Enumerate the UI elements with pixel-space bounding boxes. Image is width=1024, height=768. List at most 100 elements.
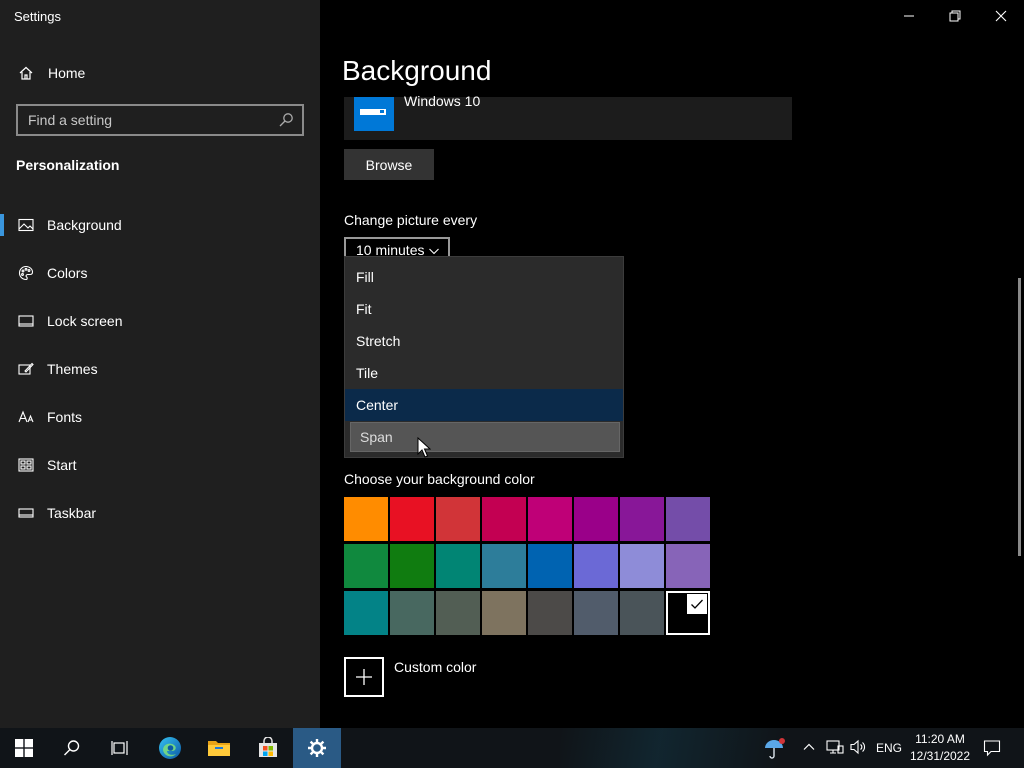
fit-option-stretch[interactable]: Stretch (345, 325, 623, 357)
close-icon (995, 10, 1007, 22)
color-swatch[interactable] (390, 591, 434, 635)
color-swatch[interactable] (390, 497, 434, 541)
color-swatch[interactable] (482, 497, 526, 541)
sidebar-item-background[interactable]: Background (0, 208, 320, 242)
volume-icon (850, 739, 865, 755)
weather-umbrella-icon (765, 738, 785, 759)
file-explorer-button[interactable] (195, 728, 243, 768)
network-button[interactable] (826, 738, 844, 761)
fit-option-center[interactable]: Center (345, 389, 623, 421)
color-swatch[interactable] (436, 591, 480, 635)
color-swatch[interactable] (528, 497, 572, 541)
section-title: Personalization (16, 157, 120, 173)
plus-icon (356, 669, 372, 685)
sidebar-item-label: Background (47, 217, 122, 233)
sidebar-item-start[interactable]: Start (0, 448, 320, 482)
sidebar-item-taskbar[interactable]: Taskbar (0, 496, 320, 530)
task-view-button[interactable] (96, 728, 144, 768)
fit-option-fill[interactable]: Fill (345, 261, 623, 293)
search-box[interactable] (16, 104, 304, 136)
color-swatch[interactable] (666, 591, 710, 635)
color-swatch[interactable] (436, 497, 480, 541)
fonts-icon (18, 409, 34, 425)
thumbnail-dot (380, 110, 384, 113)
sidebar-item-lock-screen[interactable]: Lock screen (0, 304, 320, 338)
fit-option-fit[interactable]: Fit (345, 293, 623, 325)
wallpaper-thumbnail[interactable] (354, 97, 394, 131)
scrollbar[interactable] (1018, 278, 1021, 556)
fit-option-tile[interactable]: Tile (345, 357, 623, 389)
color-swatch[interactable] (528, 591, 572, 635)
show-hidden-icons-button[interactable] (802, 740, 816, 759)
search-icon (64, 740, 80, 756)
search-input[interactable] (18, 106, 278, 134)
home-icon (18, 65, 34, 81)
color-swatch[interactable] (666, 497, 710, 541)
color-swatch[interactable] (620, 497, 664, 541)
color-swatch[interactable] (620, 544, 664, 588)
nav-home-label: Home (48, 65, 86, 81)
volume-button[interactable] (849, 738, 867, 761)
color-swatch[interactable] (666, 544, 710, 588)
action-center-button[interactable] (983, 739, 1001, 762)
edge-button[interactable] (146, 728, 194, 768)
minimize-button[interactable] (886, 0, 932, 32)
search-icon[interactable] (278, 112, 294, 128)
start-icon (18, 457, 34, 473)
sidebar-item-label: Start (47, 457, 77, 473)
color-swatch[interactable] (574, 497, 618, 541)
palette-icon (18, 265, 34, 281)
checkmark-icon (687, 594, 707, 614)
notification-icon (983, 740, 1001, 757)
start-button[interactable] (0, 728, 48, 768)
restore-button[interactable] (932, 0, 978, 32)
nav-home[interactable]: Home (16, 62, 85, 84)
custom-color-button[interactable] (344, 657, 384, 697)
sidebar-item-themes[interactable]: Themes (0, 352, 320, 386)
color-swatch[interactable] (344, 497, 388, 541)
clock-time[interactable]: 11:20 AM (908, 732, 972, 746)
taskbar-icon (18, 505, 34, 521)
sidebar-item-label: Lock screen (47, 313, 123, 329)
color-swatch[interactable] (482, 544, 526, 588)
windows-logo-icon (15, 739, 33, 757)
color-swatch[interactable] (528, 544, 572, 588)
color-swatch[interactable] (436, 544, 480, 588)
browse-button[interactable]: Browse (344, 149, 434, 180)
task-view-icon (111, 741, 128, 755)
color-swatch[interactable] (574, 544, 618, 588)
color-swatch[interactable] (574, 591, 618, 635)
background-color-label: Choose your background color (344, 471, 535, 487)
close-button[interactable] (978, 0, 1024, 32)
mouse-cursor-icon (417, 437, 431, 458)
color-swatch[interactable] (482, 591, 526, 635)
color-swatch[interactable] (344, 544, 388, 588)
search-button[interactable] (48, 728, 96, 768)
network-icon (826, 740, 844, 754)
custom-color-label: Custom color (394, 659, 477, 675)
weather-button[interactable] (762, 735, 788, 761)
themes-icon (18, 361, 34, 377)
color-swatch[interactable] (344, 591, 388, 635)
restore-icon (949, 10, 961, 22)
store-icon (259, 737, 277, 757)
taskbar-background-glow (560, 728, 780, 768)
sidebar-item-label: Colors (47, 265, 88, 281)
picture-icon (18, 217, 34, 233)
page-title: Background (342, 55, 492, 86)
settings-button[interactable] (293, 728, 341, 768)
sidebar-item-colors[interactable]: Colors (0, 256, 320, 290)
language-indicator[interactable]: ENG (876, 741, 902, 755)
minimize-icon (904, 15, 914, 17)
wallpaper-name: Windows 10 (404, 93, 481, 109)
color-swatch[interactable] (620, 591, 664, 635)
sidebar-item-fonts[interactable]: Fonts (0, 400, 320, 434)
sidebar: Settings Home Personalization Background… (0, 0, 320, 728)
store-button[interactable] (244, 728, 292, 768)
lock-screen-icon (18, 313, 34, 329)
clock-date[interactable]: 12/31/2022 (908, 749, 972, 763)
fit-option-span[interactable]: Span (350, 422, 620, 452)
color-swatch[interactable] (390, 544, 434, 588)
change-picture-label: Change picture every (344, 212, 478, 228)
chevron-up-icon (803, 743, 815, 750)
